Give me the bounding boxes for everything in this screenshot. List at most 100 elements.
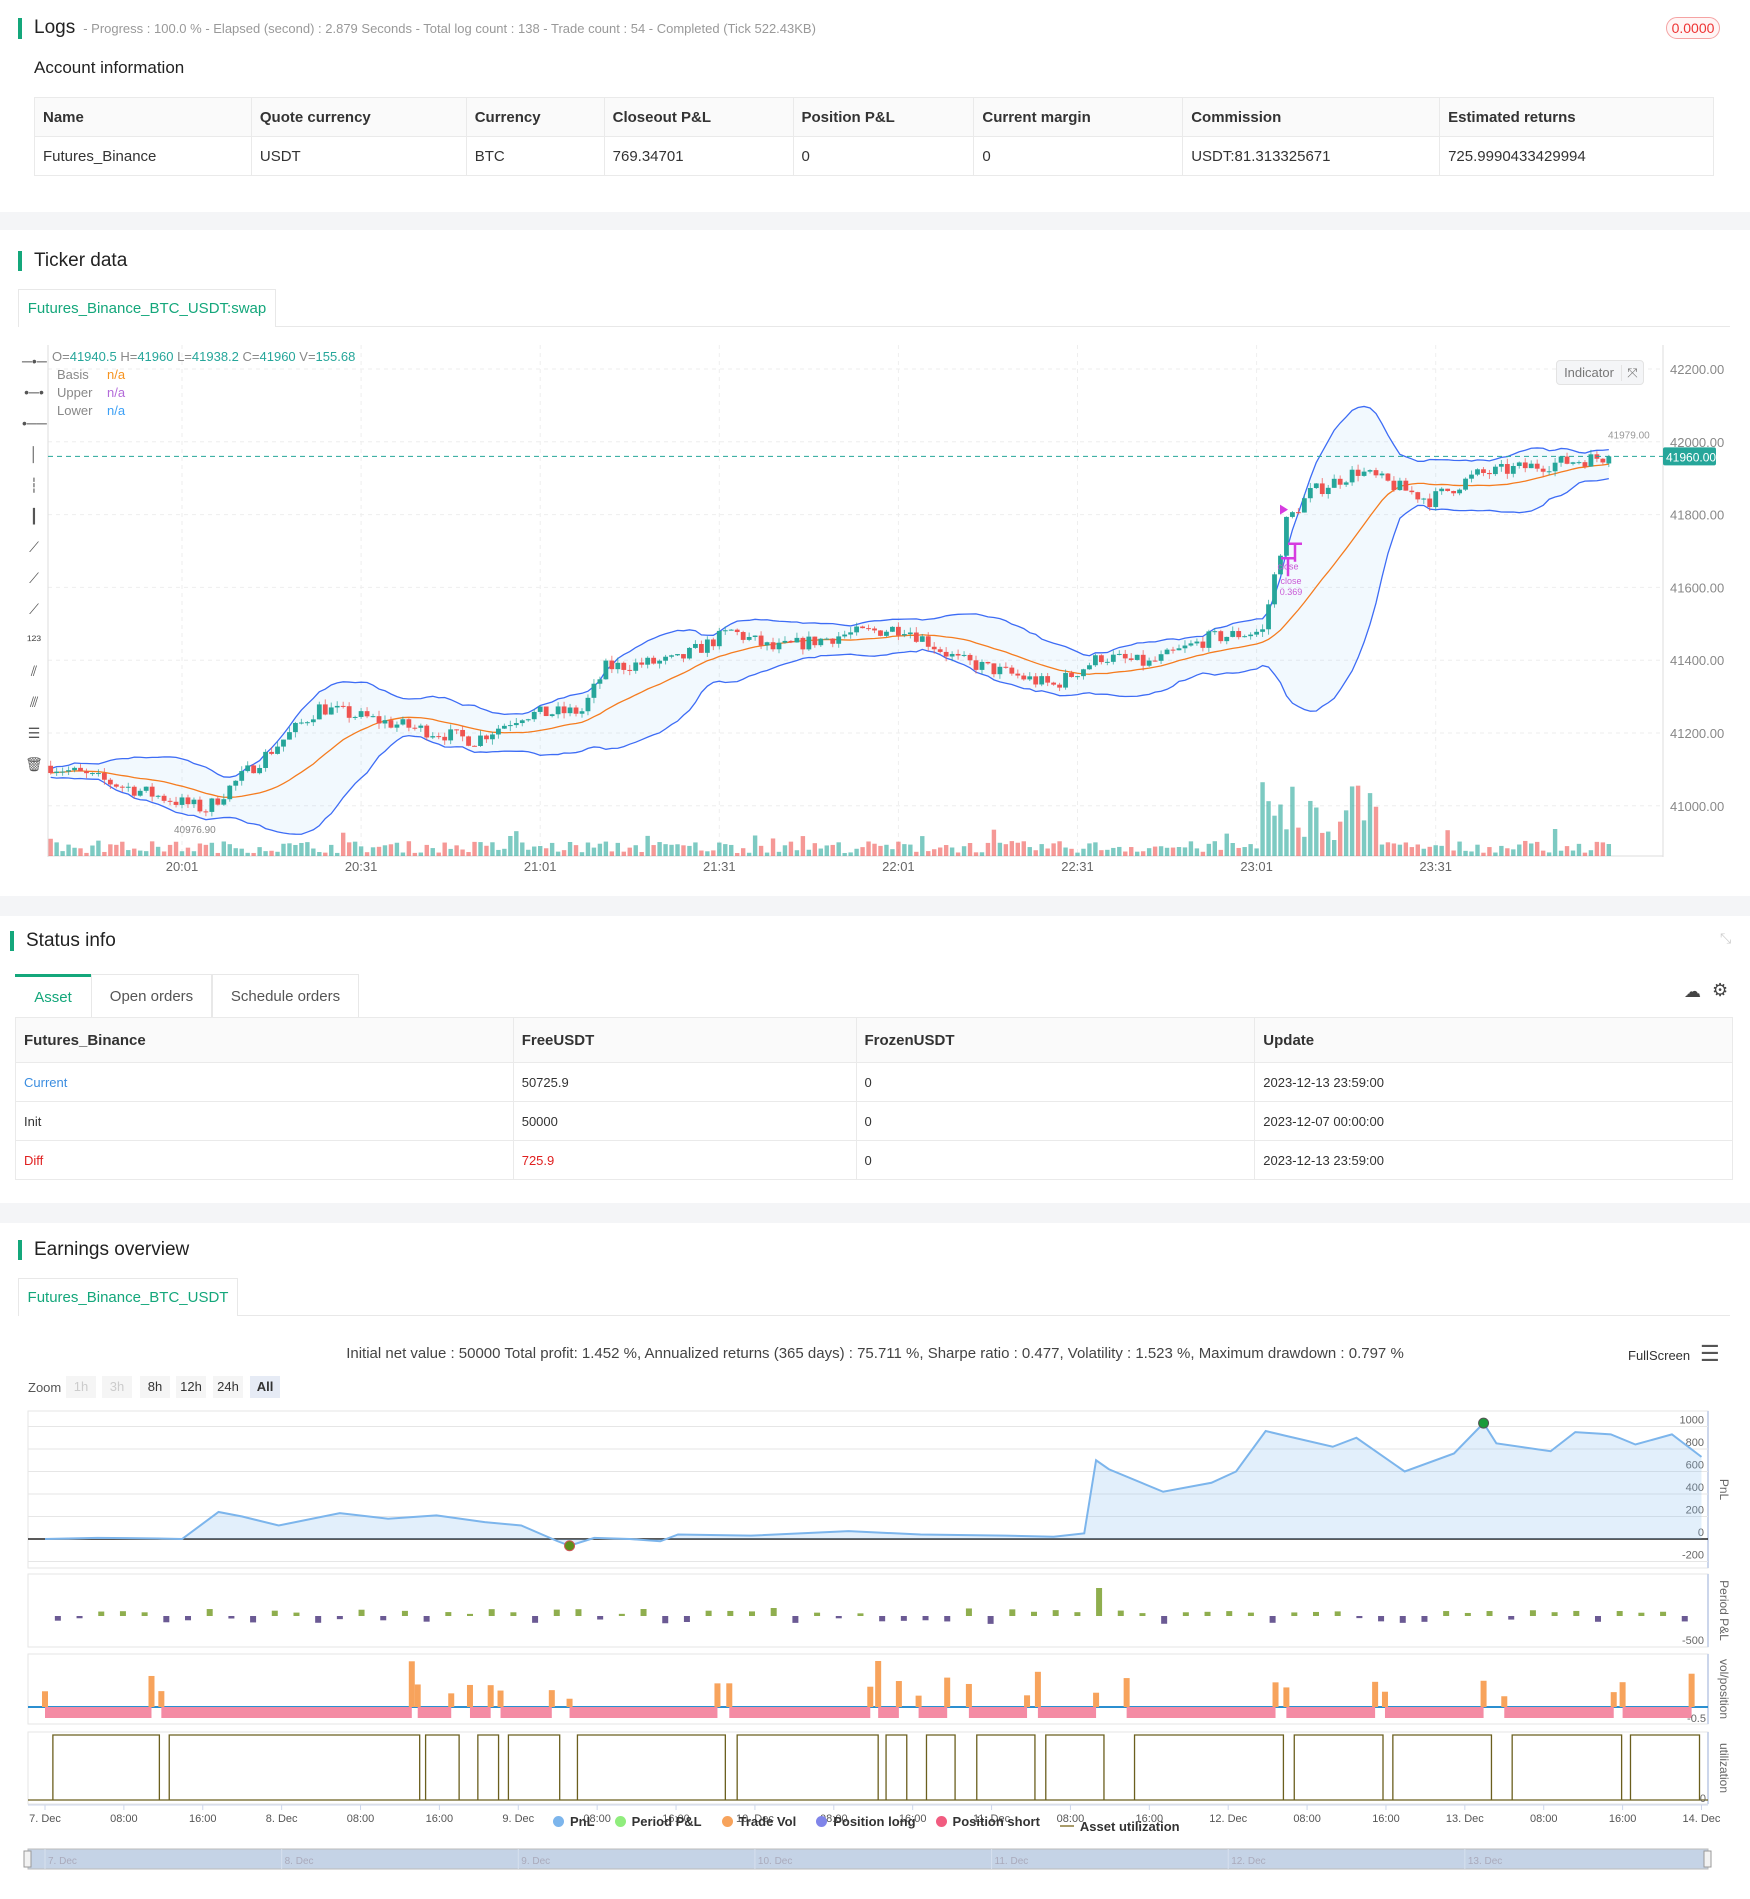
asset-row: Init 50000 0 2023-12-07 00:00:00	[15, 1101, 1733, 1141]
candle-body	[764, 642, 770, 646]
period-pnl-bar	[1508, 1616, 1515, 1620]
volume-bar	[854, 848, 859, 856]
position-short-bar	[1286, 1707, 1376, 1718]
fullscreen-button[interactable]: FullScreen	[1628, 1348, 1690, 1363]
period-pnl-bar	[1096, 1588, 1103, 1616]
volume-bar	[567, 841, 573, 856]
candle-body	[1140, 654, 1146, 666]
volume-bar	[597, 843, 603, 856]
volume-bar	[1302, 836, 1307, 856]
volume-bar	[90, 845, 95, 856]
zoom-button-1h[interactable]: 1h	[66, 1376, 96, 1398]
volume-bar	[1421, 848, 1426, 856]
volume-bar	[108, 844, 113, 856]
candle-body	[1319, 483, 1325, 495]
volume-bar	[1164, 847, 1170, 856]
position-short-bar	[45, 1707, 152, 1718]
candle-body	[131, 786, 137, 796]
trade-vol-bar	[1610, 1692, 1617, 1707]
candle-body	[507, 725, 513, 727]
volume-bar	[1552, 829, 1558, 856]
collapse-icon[interactable]: ⤡	[1720, 930, 1731, 947]
zoom-button-3h[interactable]: 3h	[102, 1376, 132, 1398]
legend-label: Asset utilization	[1079, 1818, 1180, 1834]
expand-icon[interactable]: ⤧	[1621, 364, 1643, 381]
max-pnl-marker	[1478, 1417, 1490, 1429]
candle-body	[979, 661, 985, 670]
tab-schedule-orders[interactable]: Schedule orders	[212, 974, 359, 1017]
candlestick-chart[interactable]: 42200.0042000.0041800.0041600.0041400.00…	[0, 330, 1750, 890]
volume-bar	[788, 841, 794, 856]
volume-bar	[1039, 844, 1044, 856]
candle-body	[609, 660, 615, 670]
period-pnl-bar	[76, 1616, 83, 1619]
volume-bar	[824, 845, 829, 856]
candle-body	[1421, 498, 1427, 500]
candle-body	[955, 653, 961, 656]
legend-item-position-short[interactable]: Position short	[935, 1814, 1040, 1829]
legend-label: Position short	[952, 1814, 1040, 1829]
volume-bar	[579, 852, 585, 856]
navigator-left-handle[interactable]	[23, 1850, 32, 1868]
legend-item-pnl[interactable]: PnL	[553, 1814, 595, 1829]
volume-bar	[752, 835, 758, 856]
volume-bar	[317, 852, 322, 856]
volume-bar	[496, 849, 501, 856]
volume-value: 155.68	[315, 349, 356, 364]
volume-bar	[1469, 851, 1474, 856]
trade-vol-bar	[965, 1683, 972, 1707]
trade-vol-bar	[1372, 1681, 1379, 1707]
settings-gear-icon[interactable]: ⚙	[1712, 980, 1728, 1001]
navigator-range[interactable]	[27, 1848, 1709, 1870]
account-col-header: Quote currency	[250, 97, 467, 137]
tab-earnings-symbol[interactable]: Futures_Binance_BTC_USDT	[18, 1278, 238, 1316]
tab-ticker-symbol[interactable]: Futures_Binance_BTC_USDT:swap	[18, 289, 276, 327]
candle-body	[806, 636, 812, 650]
navigator-right-handle[interactable]	[1703, 1850, 1712, 1868]
volume-bar	[991, 829, 997, 856]
menu-icon[interactable]: ☰	[1700, 1341, 1720, 1367]
volume-bar	[1576, 843, 1582, 856]
earnings-chart[interactable]: PnL Period P&L vol/position utilization 1000…	[0, 1400, 1750, 1880]
zoom-button-12h[interactable]: 12h	[176, 1376, 206, 1398]
candle-body	[949, 653, 955, 657]
candle-body	[1104, 661, 1110, 663]
candle-body	[1063, 672, 1068, 688]
tab-asset[interactable]: Asset	[15, 974, 91, 1017]
period-pnl-bar	[1052, 1610, 1059, 1616]
candle-body	[830, 638, 836, 644]
volume-bar	[1558, 850, 1564, 856]
trade-vol-bar	[895, 1681, 902, 1707]
legend-item-trade-vol[interactable]: Trade Vol	[721, 1814, 796, 1829]
zoom-button-All[interactable]: All	[250, 1376, 280, 1398]
x-tick-label: 20:01	[166, 859, 199, 874]
zoom-button-24h[interactable]: 24h	[213, 1376, 243, 1398]
volume-bar	[669, 844, 674, 856]
volume-bar	[526, 849, 531, 856]
candle-body	[1409, 490, 1415, 493]
volume-bar	[591, 847, 597, 856]
trade-vol-bar	[148, 1675, 155, 1707]
volume-bar	[1224, 833, 1229, 856]
zoom-button-8h[interactable]: 8h	[140, 1376, 170, 1398]
candle-body	[406, 719, 412, 728]
v-label: V=	[295, 349, 316, 364]
volume-bar	[806, 849, 812, 856]
candle-body	[287, 732, 292, 740]
candle-body	[1021, 675, 1027, 680]
volume-bar	[615, 842, 621, 856]
period-pnl-bar	[1334, 1611, 1341, 1616]
volume-bar	[985, 842, 991, 856]
candle-body	[1361, 471, 1367, 476]
indicator-button[interactable]: Indicator ⤧	[1556, 360, 1644, 385]
candle-body	[358, 711, 364, 717]
period-pnl-bar	[401, 1610, 408, 1616]
legend-item-position-long[interactable]: Position long	[816, 1814, 916, 1829]
candle-body	[579, 711, 585, 714]
tab-open-orders[interactable]: Open orders	[91, 974, 212, 1017]
legend-item-period-p-l[interactable]: Period P&L	[614, 1814, 702, 1829]
legend-item-asset-utilization[interactable]: Asset utilization	[1059, 1818, 1180, 1834]
candle-body	[1003, 666, 1009, 668]
cloud-download-icon[interactable]: ☁	[1684, 982, 1701, 1002]
volume-bar	[1027, 847, 1032, 856]
